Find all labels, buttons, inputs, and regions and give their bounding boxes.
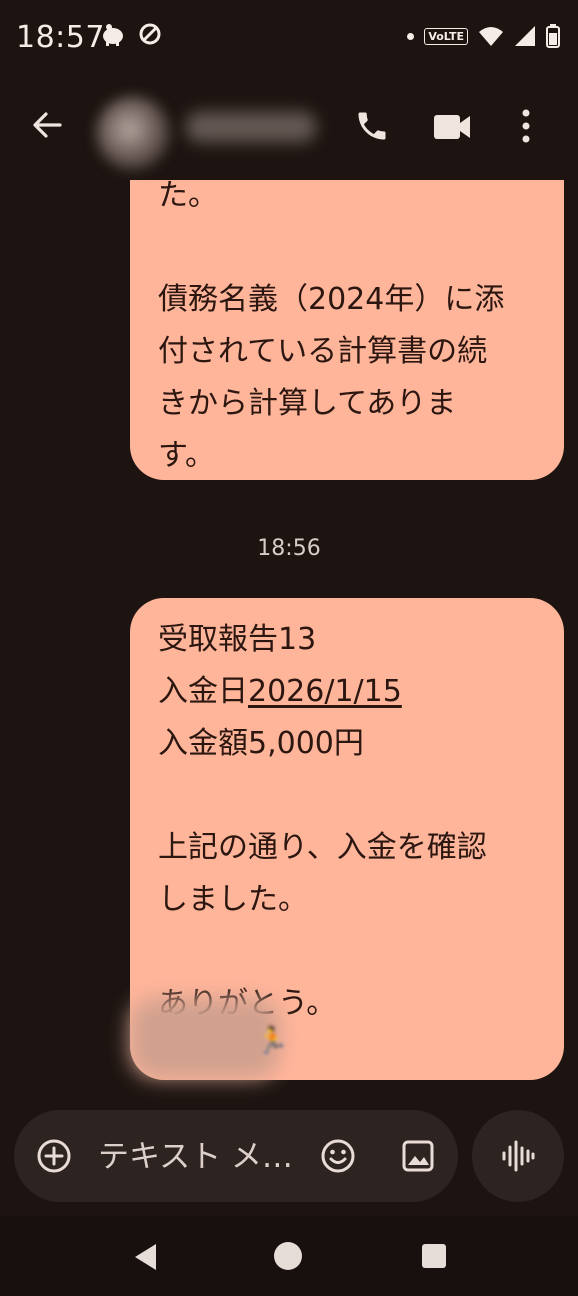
notification-dot-icon <box>407 32 415 40</box>
back-arrow-icon[interactable] <box>30 108 64 142</box>
piggy-bank-icon <box>103 24 123 46</box>
deposit-date-label: 入金日 <box>158 674 248 709</box>
message-line: 上記の通り、入金を確認 <box>158 830 487 865</box>
message-line <box>158 222 536 274</box>
message-line: 受取報告13 <box>158 622 317 657</box>
message-line <box>158 926 536 978</box>
message-line: 債務名義（2024年）に添 <box>158 282 505 317</box>
message-line <box>158 770 536 822</box>
do-not-disturb-icon <box>139 23 161 45</box>
more-vert-icon[interactable] <box>520 108 532 144</box>
voice-waveform-icon <box>502 1140 535 1172</box>
contact-name[interactable] <box>186 112 316 142</box>
system-nav-bar <box>0 1216 578 1296</box>
app-bar <box>0 82 578 174</box>
wifi-icon <box>479 27 503 46</box>
message-line: 入金日2026/1/15 <box>158 666 536 718</box>
message-line: きから計算してありま <box>158 386 457 421</box>
avatar[interactable] <box>96 96 170 170</box>
volte-icon: VoLTE <box>424 27 468 45</box>
image-icon[interactable] <box>400 1138 436 1174</box>
signal-icon <box>515 26 535 46</box>
message-line: しました。 <box>158 882 308 917</box>
nav-back-icon[interactable] <box>132 1242 158 1272</box>
nav-recents-icon[interactable] <box>422 1244 446 1268</box>
voice-message-button[interactable] <box>472 1110 564 1202</box>
message-composer <box>14 1110 458 1202</box>
conversation-list[interactable]: た。 債務名義（2024年）に添 付されている計算書の続 きから計算してありま … <box>0 180 578 1100</box>
message-timestamp: 18:56 <box>257 536 321 561</box>
status-bar: 18:57 VoLTE <box>0 0 578 80</box>
message-line: た。 <box>158 180 218 213</box>
running-figure-icon: 🏃 <box>256 1026 289 1056</box>
add-circle-icon[interactable] <box>36 1138 72 1174</box>
status-time: 18:57 <box>16 20 105 55</box>
battery-icon <box>546 24 560 48</box>
message-line: 入金額5,000円 <box>158 726 364 761</box>
emoji-icon[interactable] <box>320 1138 356 1174</box>
message-line: す。 <box>158 438 215 473</box>
nav-home-icon[interactable] <box>274 1242 302 1270</box>
phone-icon[interactable] <box>354 108 390 144</box>
message-bubble-sent[interactable]: た。 債務名義（2024年）に添 付されている計算書の続 きから計算してありま … <box>130 180 564 480</box>
message-input[interactable] <box>96 1128 310 1186</box>
message-line: 付されている計算書の続 <box>158 334 488 369</box>
date-link[interactable]: 2026/1/15 <box>248 674 402 709</box>
video-camera-icon[interactable] <box>432 110 472 144</box>
